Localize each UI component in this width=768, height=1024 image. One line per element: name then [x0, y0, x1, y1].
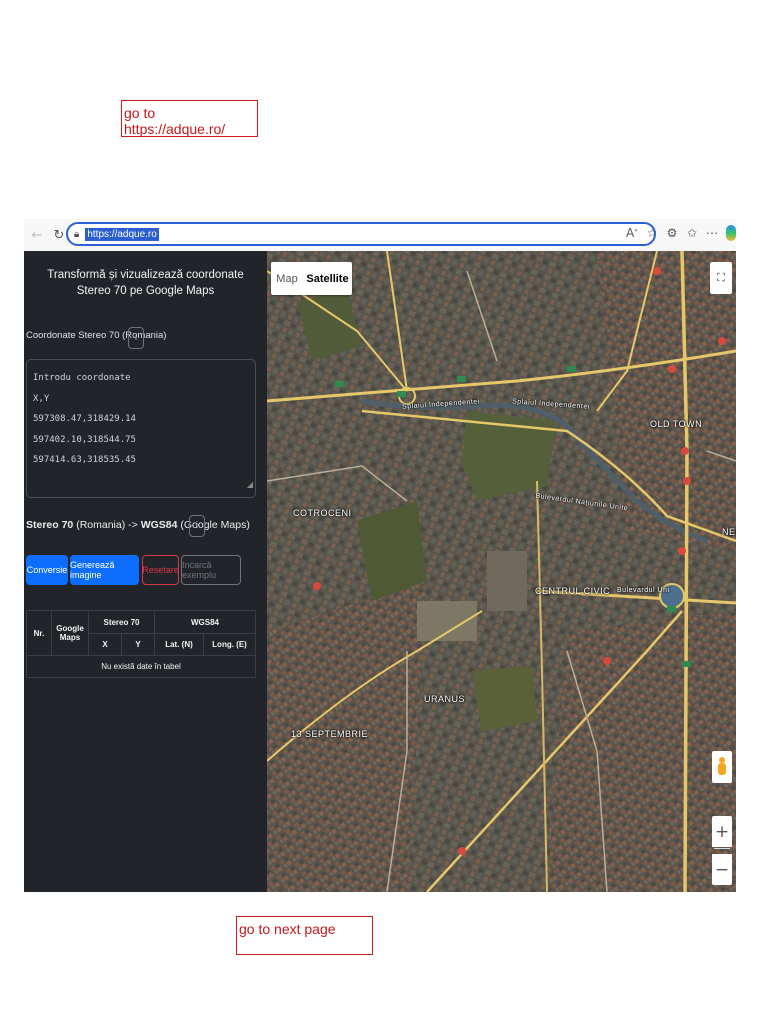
zoom-out-button[interactable]: − — [712, 854, 732, 885]
empty-table-message: Nu există date în tabel — [26, 655, 256, 678]
favorites-icon[interactable]: ✩ — [682, 226, 702, 240]
header-google-maps[interactable]: Google Maps — [51, 610, 89, 656]
address-bar[interactable]: 🔒︎ https://adque.ro — [66, 222, 656, 246]
resize-grip-icon[interactable]: ◢ — [247, 475, 253, 496]
textarea-value: Introdu coordonate X,Y 597308.47,318429.… — [33, 373, 136, 465]
read-aloud-icon[interactable]: A» — [622, 226, 642, 240]
map-type-map-button[interactable]: Map — [271, 262, 303, 295]
map-type-satellite-button[interactable]: Satellite — [303, 262, 352, 295]
street-view-button[interactable] — [712, 751, 732, 783]
label-uranus: URANUS — [424, 694, 466, 704]
convert-button[interactable]: Conversie — [26, 555, 68, 585]
title-line-1: Transformă și vizualizează coordonate — [47, 269, 244, 281]
header-lat[interactable]: Lat. (N) — [154, 633, 204, 656]
load-example-button[interactable]: Incarcă exemplu — [181, 555, 241, 585]
header-wgs84: WGS84 — [154, 610, 256, 634]
pegman-icon — [718, 757, 726, 777]
browser-actions: A» ☆ ⚙ ✩ ⋯ — [622, 225, 736, 241]
back-arrow-icon[interactable]: ← — [26, 228, 48, 243]
coordinates-textarea[interactable]: Introdu coordonate X,Y 597308.47,318429.… — [26, 359, 256, 498]
browser-window: ← ↻ 🔒︎ https://adque.ro A» ☆ ⚙ ✩ ⋯ Trans… — [24, 219, 736, 892]
header-x[interactable]: X — [88, 633, 122, 656]
more-icon[interactable]: ⋯ — [702, 226, 722, 240]
source-region: (Romania) -> — [73, 519, 141, 531]
label-cotroceni: COTROCENI — [293, 508, 352, 518]
lock-icon[interactable]: 🔒︎ — [74, 229, 79, 240]
conversion-info-button[interactable]: i — [189, 515, 205, 537]
title-line-2: Stereo 70 pe Google Maps — [76, 285, 215, 297]
reset-button[interactable]: Resetare — [142, 555, 179, 585]
page-title: Transformă și vizualizează coordonate St… — [24, 267, 267, 299]
satellite-imagery — [267, 251, 736, 892]
generate-image-button[interactable]: Generează imagine — [70, 555, 139, 585]
map-type-control: Map Satellite — [271, 262, 352, 295]
browser-toolbar: ← ↻ 🔒︎ https://adque.ro A» ☆ ⚙ ✩ ⋯ — [24, 219, 736, 251]
label-13-septembrie: 13 SEPTEMBRIE — [291, 729, 369, 739]
conversion-heading: Stereo 70 (Romania) -> WGS84 (Google Map… — [26, 519, 250, 531]
target-system: WGS84 — [140, 519, 178, 531]
fullscreen-icon[interactable]: ⛶ — [710, 262, 732, 294]
header-nr[interactable]: Nr. — [26, 610, 52, 656]
header-y[interactable]: Y — [121, 633, 155, 656]
star-icon[interactable]: ☆ — [642, 226, 662, 240]
header-stereo70: Stereo 70 — [88, 610, 155, 634]
zoom-divider — [714, 848, 730, 849]
source-system: Stereo 70 — [26, 519, 74, 531]
instruction-annotation-bottom: go to next page — [236, 916, 373, 955]
instruction-annotation-top: go to https://adque.ro/ — [121, 100, 258, 137]
coordinates-label: Coordonate Stereo 70 (Romania) — [26, 330, 167, 341]
label-centrul-civic: CENTRUL CIVIC — [535, 586, 611, 596]
header-long[interactable]: Long. (E) — [203, 633, 256, 656]
label-nec: NEC — [722, 527, 736, 537]
satellite-map[interactable]: OLD TOWN COTROCENI CENTRUL CIVIC URANUS … — [267, 251, 736, 892]
copilot-icon[interactable] — [726, 225, 736, 241]
results-table: Nr. Google Maps Stereo 70 WGS84 X Y Lat.… — [26, 610, 256, 678]
street-bd-unirii: Bulevardul Uni — [617, 587, 670, 594]
extensions-icon[interactable]: ⚙ — [662, 226, 682, 240]
converter-panel: Transformă și vizualizează coordonate St… — [24, 251, 267, 892]
coordinates-info-button[interactable]: i — [128, 327, 144, 349]
label-old-town: OLD TOWN — [650, 419, 703, 429]
zoom-in-button[interactable]: + — [712, 816, 732, 847]
url-text[interactable]: https://adque.ro — [85, 227, 159, 241]
